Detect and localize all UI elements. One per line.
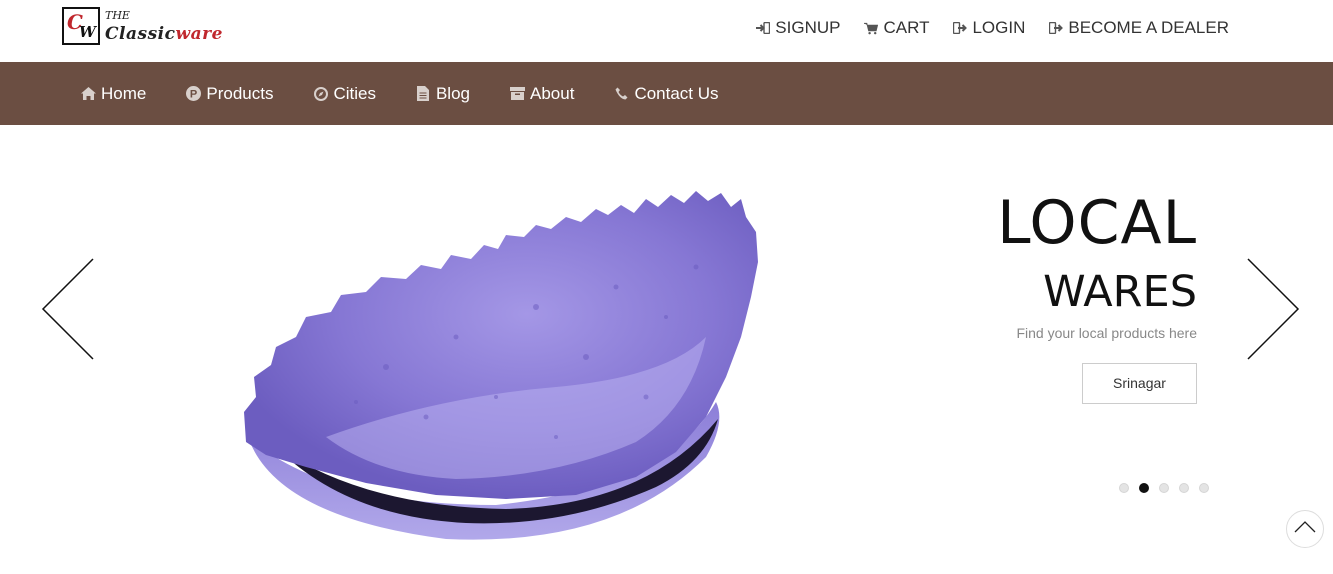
nav-item-contact-us[interactable]: Contact Us <box>614 83 719 104</box>
hero-slider: LOCAL WARES Find your local products her… <box>0 125 1333 574</box>
product-image-bowl <box>236 187 766 547</box>
logo-mark: C W <box>62 7 100 45</box>
dealer-icon <box>1049 21 1064 35</box>
products-icon: P <box>186 86 202 101</box>
slide-caption: LOCAL WARES Find your local products her… <box>997 187 1197 404</box>
slider-dot[interactable] <box>1199 483 1209 493</box>
svg-text:P: P <box>190 89 197 101</box>
city-button[interactable]: Srinagar <box>1082 363 1197 404</box>
cart-icon <box>864 21 879 35</box>
slider-dot-active[interactable] <box>1139 483 1149 493</box>
phone-icon <box>614 86 629 101</box>
home-icon <box>81 86 96 101</box>
archive-icon <box>510 86 525 101</box>
slider-dot[interactable] <box>1159 483 1169 493</box>
login-link[interactable]: LOGIN <box>953 18 1025 38</box>
nav-item-products[interactable]: P Products <box>186 84 273 104</box>
main-nav: Home P Products Cities Blog About Contac… <box>0 62 1333 125</box>
sign-in-icon <box>756 21 771 35</box>
nav-label-contact-us: Contact Us <box>634 83 719 103</box>
slider-next-arrow[interactable] <box>1243 258 1303 360</box>
signup-label: SIGNUP <box>775 18 841 37</box>
nav-label-home: Home <box>101 83 147 103</box>
slider-prev-arrow[interactable] <box>38 258 98 360</box>
become-dealer-link[interactable]: BECOME A DEALER <box>1049 18 1229 38</box>
nav-label-about: About <box>530 83 575 103</box>
top-bar: C W THE Classicware SIGNUP CART LOGIN BE… <box>0 0 1333 62</box>
nav-item-about[interactable]: About <box>510 84 574 104</box>
slider-dots <box>1119 483 1209 493</box>
top-links: SIGNUP CART LOGIN BECOME A DEALER <box>756 18 1229 38</box>
document-icon <box>416 86 431 101</box>
compass-icon <box>313 86 328 101</box>
login-icon <box>953 21 968 35</box>
slide-subtitle: WARES <box>1043 267 1197 317</box>
nav-item-cities[interactable]: Cities <box>313 84 376 104</box>
slider-dot[interactable] <box>1119 483 1129 493</box>
signup-link[interactable]: SIGNUP <box>756 18 840 38</box>
logo-name-dark: Classic <box>105 24 176 44</box>
nav-item-blog[interactable]: Blog <box>416 84 470 104</box>
scroll-to-top-button[interactable] <box>1286 510 1324 548</box>
logo-mark-w: W <box>79 23 96 41</box>
login-label: LOGIN <box>972 18 1026 37</box>
cart-link[interactable]: CART <box>864 18 929 38</box>
logo-name-red: ware <box>175 24 223 44</box>
become-dealer-label: BECOME A DEALER <box>1068 18 1229 37</box>
nav-label-products: Products <box>206 83 274 103</box>
logo-small-text: THE <box>105 9 130 22</box>
slide-title: LOCAL <box>997 188 1197 258</box>
slider-dot[interactable] <box>1179 483 1189 493</box>
nav-item-home[interactable]: Home <box>81 84 146 104</box>
logo-name: Classicware <box>105 24 223 44</box>
chevron-up-icon <box>1294 520 1316 538</box>
nav-label-blog: Blog <box>435 83 470 103</box>
cart-label: CART <box>883 18 930 37</box>
slide-text: Find your local products here <box>1016 325 1197 341</box>
nav-label-cities: Cities <box>333 83 376 103</box>
site-logo[interactable]: C W THE Classicware <box>62 7 247 47</box>
